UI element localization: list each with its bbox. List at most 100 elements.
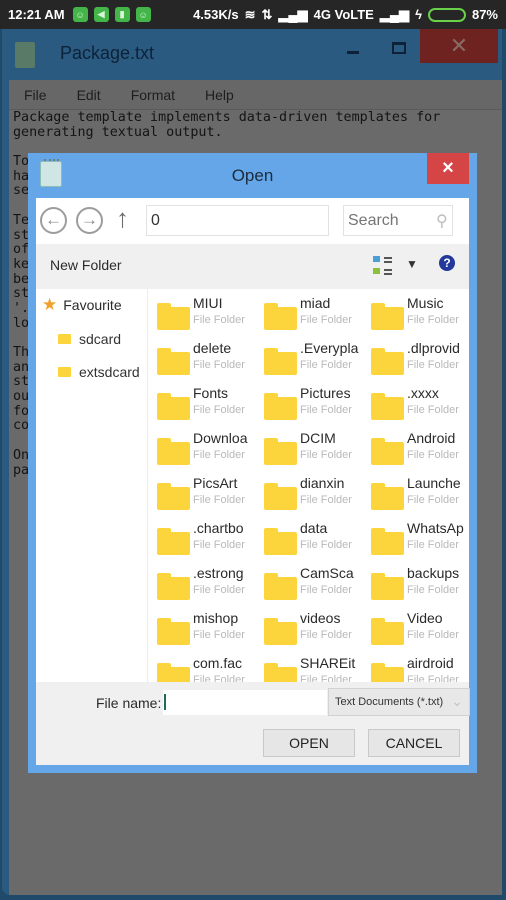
folder-item[interactable]: dianxin File Folder — [263, 475, 370, 520]
battery-icon — [427, 7, 466, 22]
folder-type: File Folder — [407, 674, 459, 682]
folder-item[interactable]: com.fac File Folder — [156, 655, 263, 682]
folder-item[interactable]: PicsArt File Folder — [156, 475, 263, 520]
forward-button[interactable]: → — [76, 207, 103, 234]
folder-icon — [264, 348, 297, 375]
folder-icon — [371, 528, 404, 555]
folder-item[interactable]: Pictures File Folder — [263, 385, 370, 430]
folder-item[interactable]: .xxxx File Folder — [370, 385, 469, 430]
folder-item[interactable]: .chartbo File Folder — [156, 520, 263, 565]
folder-item[interactable]: SHAREit File Folder — [263, 655, 370, 682]
folder-type: File Folder — [407, 539, 459, 551]
sidebar-item-extsdcard[interactable]: extsdcard — [58, 364, 140, 380]
folder-item[interactable]: Android File Folder — [370, 430, 469, 475]
folder-icon — [157, 438, 190, 465]
folder-item[interactable]: Downloa File Folder — [156, 430, 263, 475]
back-button[interactable]: ← — [40, 207, 67, 234]
folder-icon — [58, 367, 71, 377]
folder-item[interactable]: videos File Folder — [263, 610, 370, 655]
folder-icon — [264, 483, 297, 510]
folder-name: backups — [407, 565, 460, 581]
folder-name: airdroid — [407, 655, 454, 671]
minimize-button[interactable] — [347, 51, 359, 54]
notepad-title: Package.txt — [60, 43, 155, 63]
file-name-input[interactable] — [163, 690, 327, 715]
folder-type: File Folder — [407, 404, 459, 416]
folder-item[interactable]: Video File Folder — [370, 610, 469, 655]
folder-name: Android — [407, 430, 456, 446]
menu-edit[interactable]: Edit — [77, 87, 101, 103]
menu-file[interactable]: File — [24, 87, 47, 103]
folder-icon — [371, 483, 404, 510]
folder-type: File Folder — [300, 539, 352, 551]
folder-item[interactable]: .dlprovid File Folder — [370, 340, 469, 385]
folder-item[interactable]: Launche File Folder — [370, 475, 469, 520]
folder-item[interactable]: CamSca File Folder — [263, 565, 370, 610]
maximize-button[interactable] — [392, 42, 406, 54]
menu-format[interactable]: Format — [131, 87, 175, 103]
folder-name: .dlprovid — [407, 340, 460, 356]
folder-icon — [371, 573, 404, 600]
dialog-body: ← → ↑ ⚲ New Folder ▼ ? ★ Favourite — [36, 198, 470, 765]
arrow-up-icon: ↑ — [116, 203, 129, 233]
folder-item[interactable]: backups File Folder — [370, 565, 469, 610]
notepad-close-button[interactable]: ✕ — [420, 29, 498, 63]
folder-icon — [371, 438, 404, 465]
folder-item[interactable]: mishop File Folder — [156, 610, 263, 655]
sidebar-item-favourite[interactable]: ★ Favourite — [42, 295, 122, 315]
folder-type: File Folder — [193, 494, 245, 506]
folder-item[interactable]: delete File Folder — [156, 340, 263, 385]
folder-icon — [371, 303, 404, 330]
menu-help[interactable]: Help — [205, 87, 234, 103]
folder-type: File Folder — [193, 449, 245, 461]
folder-type: File Folder — [300, 494, 352, 506]
folder-name: delete — [193, 340, 232, 356]
folder-item[interactable]: airdroid File Folder — [370, 655, 469, 682]
folder-item[interactable]: .Everypla File Folder — [263, 340, 370, 385]
view-options-icon[interactable] — [373, 254, 395, 278]
file-name-label: File name: — [96, 695, 162, 711]
cancel-button[interactable]: CANCEL — [368, 729, 460, 757]
navigation-bar: ← → ↑ ⚲ — [36, 198, 469, 244]
help-icon[interactable]: ? — [439, 255, 455, 271]
new-folder-button[interactable]: New Folder — [50, 257, 122, 273]
dialog-titlebar: Open × — [28, 153, 477, 199]
up-button[interactable]: ↑ — [116, 203, 129, 234]
clipboard-icon: ▮ — [114, 7, 130, 22]
folder-type: File Folder — [300, 404, 352, 416]
folder-item[interactable]: miad File Folder — [263, 295, 370, 340]
star-icon: ★ — [42, 295, 58, 314]
folder-type: File Folder — [300, 359, 352, 371]
folder-icon — [371, 393, 404, 420]
sidebar-item-sdcard[interactable]: sdcard — [58, 331, 121, 347]
dialog-close-button[interactable]: × — [427, 153, 469, 184]
folder-item[interactable]: WhatsAp File Folder — [370, 520, 469, 565]
path-input[interactable] — [146, 205, 329, 236]
folder-name: SHAREit — [300, 655, 356, 671]
folder-name: DCIM — [300, 430, 336, 446]
open-button[interactable]: OPEN — [263, 729, 355, 757]
folder-item[interactable]: .estrong File Folder — [156, 565, 263, 610]
folder-type: File Folder — [300, 584, 352, 596]
folder-item[interactable]: data File Folder — [263, 520, 370, 565]
folder-item[interactable]: Music File Folder — [370, 295, 469, 340]
folder-type: File Folder — [407, 494, 459, 506]
folder-item[interactable]: Fonts File Folder — [156, 385, 263, 430]
data-arrows-icon: ⇅ — [261, 6, 273, 22]
folder-item[interactable]: MIUI File Folder — [156, 295, 263, 340]
folder-name: Video — [407, 610, 443, 626]
signal-icon: ▂▄▆ — [379, 6, 410, 22]
folder-name: mishop — [193, 610, 239, 626]
arrow-left-icon: ← — [45, 210, 62, 229]
folder-icon — [157, 348, 190, 375]
folder-item[interactable]: DCIM File Folder — [263, 430, 370, 475]
folder-name: .chartbo — [193, 520, 244, 536]
text-cursor — [164, 694, 166, 710]
folder-type: File Folder — [300, 449, 352, 461]
search-icon[interactable]: ⚲ — [436, 211, 448, 231]
folder-icon — [157, 618, 190, 645]
view-dropdown-icon[interactable]: ▼ — [406, 257, 418, 271]
folder-type: File Folder — [193, 674, 245, 682]
folder-icon — [157, 663, 190, 682]
file-type-select[interactable]: Text Documents (*.txt) ⌄ — [328, 688, 470, 716]
